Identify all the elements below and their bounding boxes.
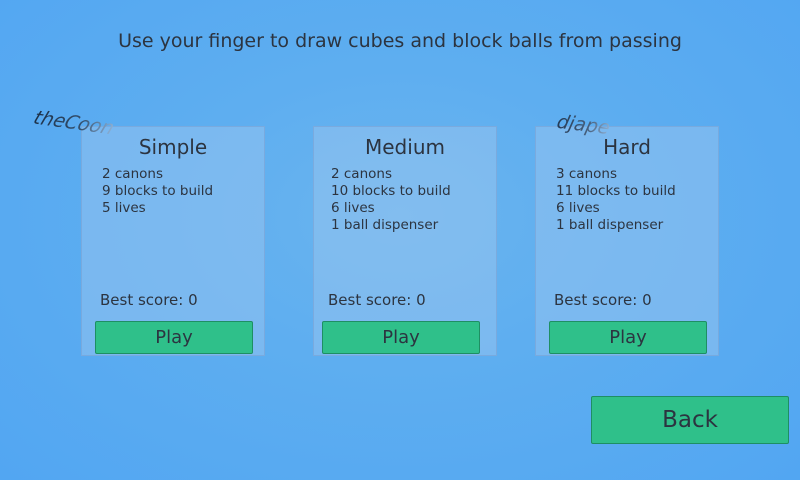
level-detail-line: 3 canons: [556, 166, 617, 182]
level-card-medium: Medium 2 canons 10 blocks to build 6 liv…: [313, 126, 497, 356]
author-signature-thecoon: theCoon: [30, 106, 118, 140]
level-detail-line: 6 lives: [556, 200, 600, 216]
level-detail-line: 1 ball dispenser: [331, 217, 439, 233]
level-title: Hard: [603, 135, 651, 159]
level-detail-line: 1 ball dispenser: [556, 217, 664, 233]
play-medium-button[interactable]: Play: [322, 321, 480, 354]
level-detail-line: 2 canons: [102, 166, 163, 182]
level-details: 2 canons 9 blocks to build 5 lives: [102, 166, 213, 217]
level-details: 2 canons 10 blocks to build 6 lives 1 ba…: [331, 166, 451, 234]
best-score: Best score: 0: [100, 291, 198, 309]
best-score: Best score: 0: [328, 291, 426, 309]
level-card-simple: Simple 2 canons 9 blocks to build 5 live…: [81, 126, 265, 356]
level-details: 3 canons 11 blocks to build 6 lives 1 ba…: [556, 166, 676, 234]
level-detail-line: 10 blocks to build: [331, 183, 451, 199]
level-title: Medium: [365, 135, 445, 159]
level-detail-line: 2 canons: [331, 166, 392, 182]
level-card-hard: Hard 3 canons 11 blocks to build 6 lives…: [535, 126, 719, 356]
instructions-text: Use your finger to draw cubes and block …: [118, 30, 682, 52]
level-detail-line: 11 blocks to build: [556, 183, 676, 199]
play-simple-button[interactable]: Play: [95, 321, 253, 354]
level-detail-line: 6 lives: [331, 200, 375, 216]
level-detail-line: 9 blocks to build: [102, 183, 214, 199]
level-detail-line: 5 lives: [102, 200, 146, 216]
play-hard-button[interactable]: Play: [549, 321, 707, 354]
back-button[interactable]: Back: [591, 396, 789, 444]
best-score: Best score: 0: [554, 291, 652, 309]
